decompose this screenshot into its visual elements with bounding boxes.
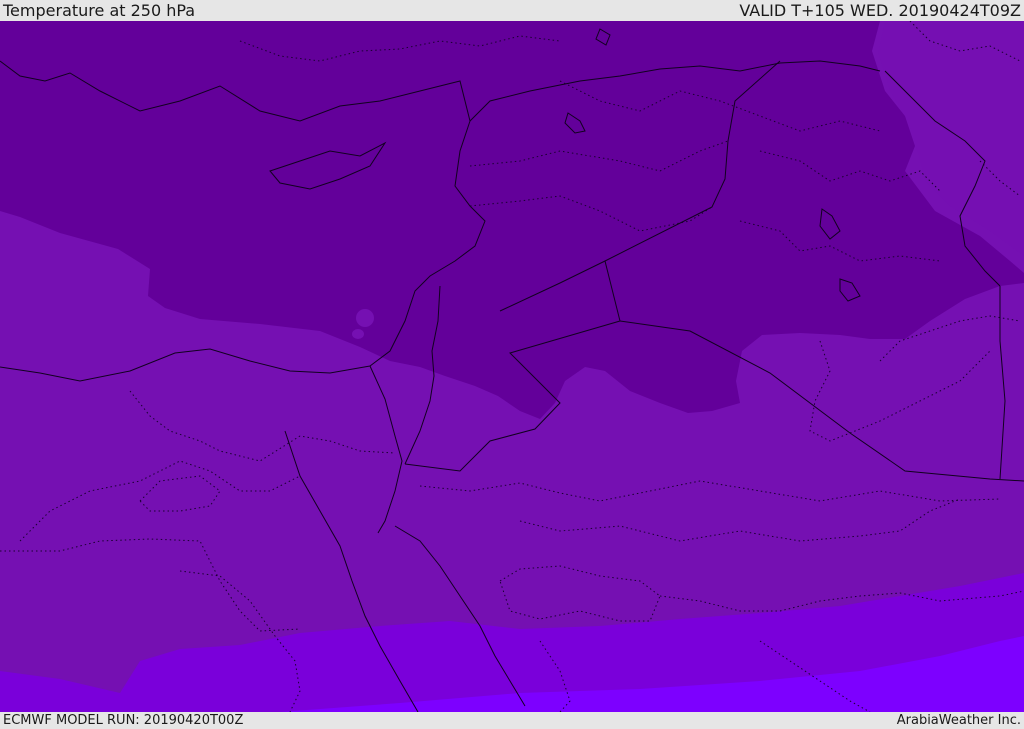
credit: ArabiaWeather Inc. xyxy=(896,713,1021,728)
map-title: Temperature at 250 hPa xyxy=(3,1,196,20)
map-header: Temperature at 250 hPa VALID T+105 WED. … xyxy=(0,0,1024,21)
map-footer: ECMWF MODEL RUN: 20190420T00Z ArabiaWeat… xyxy=(0,712,1024,729)
temp-cell xyxy=(352,329,364,339)
temp-cell xyxy=(356,309,374,327)
valid-time: VALID T+105 WED. 20190424T09Z xyxy=(739,1,1021,20)
temperature-map xyxy=(0,21,1024,712)
model-run: ECMWF MODEL RUN: 20190420T00Z xyxy=(3,713,244,728)
